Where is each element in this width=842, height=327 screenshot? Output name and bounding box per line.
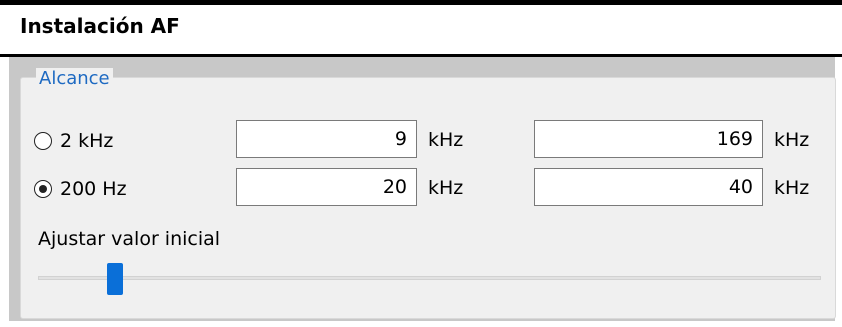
groupbox-title: Alcance (36, 68, 113, 89)
unit-label: kHz (774, 129, 810, 151)
start-frequency-field[interactable]: 20 (236, 168, 417, 206)
start-frequency-field[interactable]: 9 (236, 120, 417, 158)
range-row-2khz: 2 kHz 9 kHz 169 kHz (34, 120, 824, 160)
top-border (0, 0, 842, 5)
slider-label: Ajustar valor inicial (38, 228, 221, 250)
section-title: Instalación AF (20, 14, 180, 38)
radio-2khz[interactable]: 2 kHz (34, 130, 113, 152)
radio-circle-icon (34, 132, 52, 150)
radio-selected-dot (39, 185, 47, 193)
initial-value-slider-thumb[interactable] (107, 263, 124, 295)
radio-label: 200 Hz (60, 178, 127, 200)
radio-200hz[interactable]: 200 Hz (34, 178, 127, 200)
unit-label: kHz (774, 177, 810, 199)
unit-label: kHz (428, 129, 464, 151)
end-frequency-field[interactable]: 169 (534, 120, 763, 158)
unit-label: kHz (428, 177, 464, 199)
radio-label: 2 kHz (60, 130, 114, 152)
radio-circle-icon (34, 180, 52, 198)
initial-value-slider-track[interactable] (38, 276, 821, 280)
range-row-200hz: 200 Hz 20 kHz 40 kHz (34, 168, 824, 208)
end-frequency-field[interactable]: 40 (534, 168, 763, 206)
